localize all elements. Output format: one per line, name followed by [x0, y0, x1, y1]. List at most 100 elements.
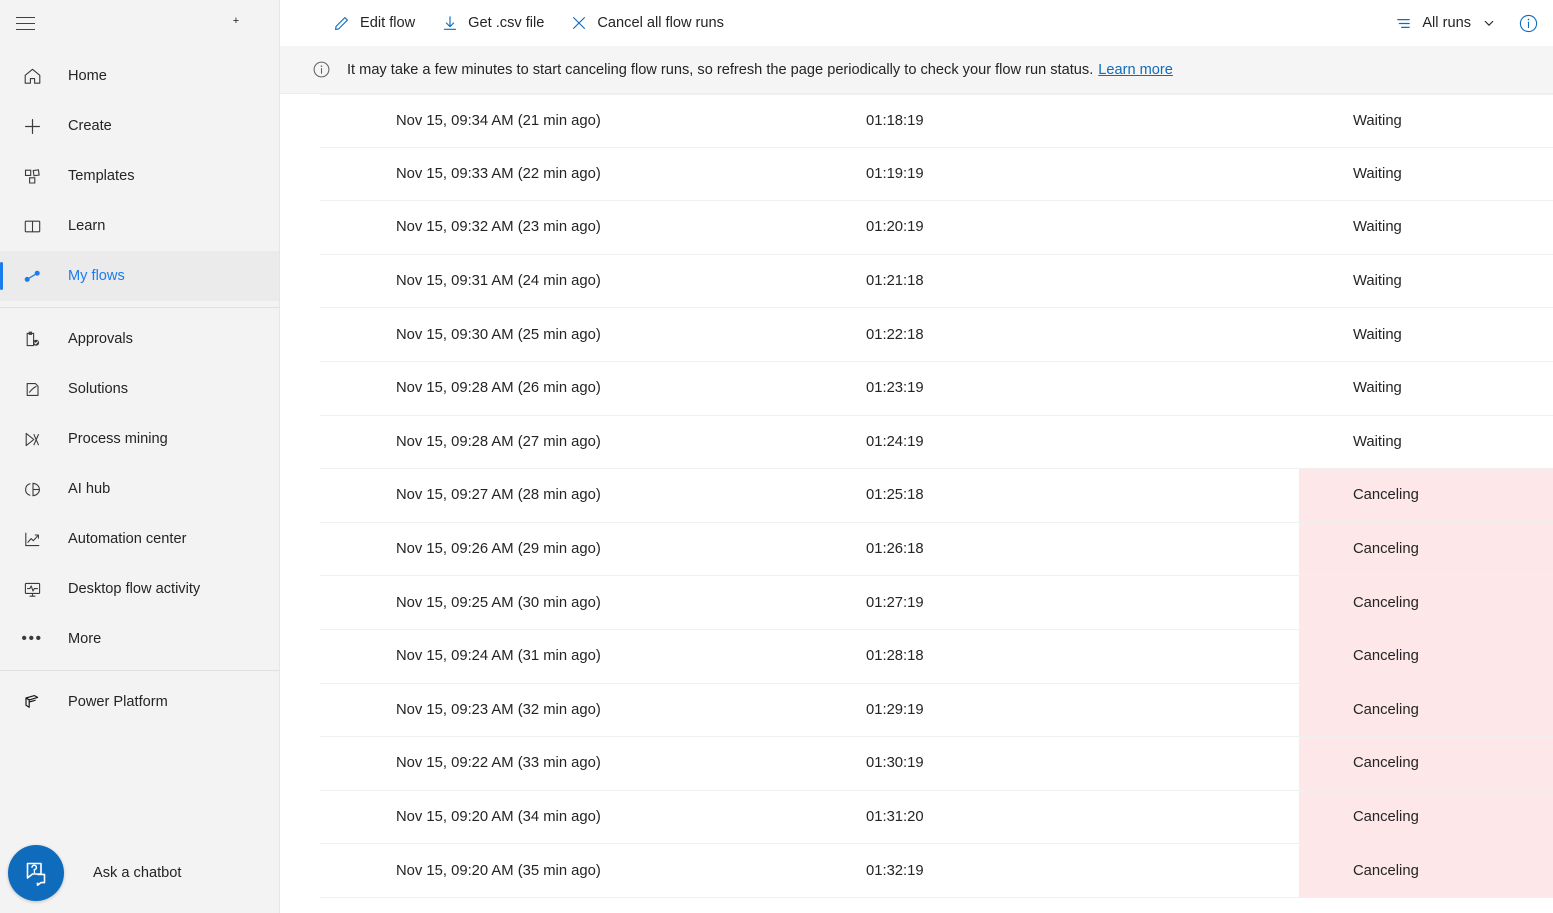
info-circle-icon — [312, 60, 331, 79]
cell-status: Waiting — [1299, 308, 1553, 361]
cell-duration: 01:28:18 — [820, 648, 1260, 664]
sidebar-item-learn[interactable]: Learn — [0, 201, 279, 251]
cell-start-time: Nov 15, 09:20 AM (35 min ago) — [320, 863, 820, 879]
cell-start-time: Nov 15, 09:28 AM (26 min ago) — [320, 380, 820, 396]
sidebar-item-automation-center[interactable]: Automation center — [0, 514, 279, 564]
cell-status: Canceling — [1299, 469, 1553, 522]
hamburger-menu-icon[interactable] — [3, 1, 47, 45]
ask-a-chatbot[interactable]: Ask a chatbot — [8, 845, 181, 901]
table-row[interactable]: Nov 15, 09:31 AM (24 min ago)01:21:18Wai… — [320, 255, 1553, 309]
pencil-icon — [333, 14, 351, 32]
close-x-icon — [570, 14, 588, 32]
all-runs-label: All runs — [1422, 15, 1471, 31]
table-row[interactable]: Nov 15, 09:22 AM (33 min ago)01:30:19Can… — [320, 737, 1553, 791]
cell-duration: 01:24:19 — [820, 434, 1260, 450]
sidebar-item-power-platform[interactable]: Power Platform — [0, 677, 279, 727]
all-runs-filter[interactable]: All runs — [1387, 6, 1504, 40]
sidebar-item-solutions[interactable]: Solutions — [0, 364, 279, 414]
table-row[interactable]: Nov 15, 09:27 AM (28 min ago)01:25:18Can… — [320, 469, 1553, 523]
table-row[interactable]: Nov 15, 09:23 AM (32 min ago)01:29:19Can… — [320, 684, 1553, 738]
chat-question-icon[interactable] — [8, 845, 64, 901]
cell-status: Waiting — [1299, 255, 1553, 308]
sidebar-divider — [0, 307, 279, 308]
cell-duration: 01:19:19 — [820, 166, 1260, 182]
table-row[interactable]: Nov 15, 09:28 AM (27 min ago)01:24:19 Wai… — [320, 416, 1553, 470]
table-row[interactable]: Nov 15, 09:24 AM (31 min ago)01:28:18Can… — [320, 630, 1553, 684]
cell-start-time: Nov 15, 09:28 AM (27 min ago) — [320, 434, 820, 450]
cell-status: Waiting — [1299, 148, 1553, 201]
download-arrow-icon — [441, 14, 459, 32]
sidebar-item-label: Automation center — [68, 531, 186, 547]
get-csv-file-button[interactable]: Get .csv file — [432, 6, 553, 40]
cell-duration: 01:30:19 — [820, 755, 1260, 771]
sidebar-item-ai-hub[interactable]: AI hub — [0, 464, 279, 514]
cell-start-time: Nov 15, 09:33 AM (22 min ago) — [320, 166, 820, 182]
sidebar-item-approvals[interactable]: Approvals — [0, 314, 279, 364]
edit-flow-button[interactable]: Edit flow — [324, 6, 424, 40]
sidebar-item-label: Solutions — [68, 381, 128, 397]
cell-duration: 01:18:19 — [820, 113, 1260, 129]
cell-duration: 01:21:18 — [820, 273, 1260, 289]
process-mining-icon — [10, 419, 54, 459]
sidebar-item-label: Desktop flow activity — [68, 581, 200, 597]
cell-status: Canceling — [1299, 684, 1553, 737]
sidebar-item-home[interactable]: Home — [0, 51, 279, 101]
info-circle-icon[interactable] — [1518, 13, 1539, 34]
cell-start-time: Nov 15, 09:26 AM (29 min ago) — [320, 541, 820, 557]
cell-start-time: Nov 15, 09:24 AM (31 min ago) — [320, 648, 820, 664]
sidebar-item-label: Process mining — [68, 431, 168, 447]
table-row[interactable]: Nov 15, 09:32 AM (23 min ago)01:20:19Wai… — [320, 201, 1553, 255]
table-row[interactable]: Nov 15, 09:34 AM (21 min ago)01:18:19 Wai… — [320, 94, 1553, 148]
table-row[interactable]: Nov 15, 09:33 AM (22 min ago)01:19:19 Wai… — [320, 148, 1553, 202]
table-row[interactable]: Nov 15, 09:25 AM (30 min ago)01:27:19Can… — [320, 576, 1553, 630]
cell-status: Waiting — [1299, 416, 1553, 469]
sidebar-item-label: More — [68, 631, 101, 647]
solutions-icon — [10, 369, 54, 409]
table-row[interactable]: Nov 15, 09:20 AM (34 min ago)01:31:20 Can… — [320, 791, 1553, 845]
cell-status: Canceling — [1299, 576, 1553, 629]
table-row[interactable]: Nov 15, 09:28 AM (26 min ago)01:23:19Wai… — [320, 362, 1553, 416]
sidebar-item-label: My flows — [68, 268, 125, 284]
cell-duration: 01:31:20 — [820, 809, 1260, 825]
sidebar-item-label: Create — [68, 118, 112, 134]
cell-status: Canceling — [1299, 791, 1553, 844]
sidebar-item-templates[interactable]: Templates — [0, 151, 279, 201]
learn-more-link[interactable]: Learn more — [1098, 62, 1173, 78]
sidebar-item-label: Templates — [68, 168, 135, 184]
cell-duration: 01:29:19 — [820, 702, 1260, 718]
pin-plus-icon: + — [232, 17, 240, 25]
table-row[interactable]: Nov 15, 09:20 AM (35 min ago)01:32:19Can… — [320, 844, 1553, 898]
monitor-pulse-icon — [10, 569, 54, 609]
left-sidebar: + Home Create — [0, 0, 280, 913]
table-row[interactable]: Nov 15, 09:30 AM (25 min ago)01:22:18Wai… — [320, 308, 1553, 362]
banner-text: It may take a few minutes to start cance… — [347, 62, 1093, 78]
sidebar-item-label: Learn — [68, 218, 105, 234]
cell-start-time: Nov 15, 09:20 AM (34 min ago) — [320, 809, 820, 825]
home-icon — [10, 56, 54, 96]
cell-start-time: Nov 15, 09:34 AM (21 min ago) — [320, 113, 820, 129]
sidebar-item-process-mining[interactable]: Process mining — [0, 414, 279, 464]
app-root: + Home Create — [0, 0, 1553, 913]
sidebar-header: + — [0, 0, 279, 46]
table-row[interactable]: Nov 15, 09:26 AM (29 min ago)01:26:18Can… — [320, 523, 1553, 577]
cancel-info-banner: It may take a few minutes to start cance… — [280, 46, 1553, 94]
cell-duration: 01:23:19 — [820, 380, 1260, 396]
cell-duration: 01:20:19 — [820, 219, 1260, 235]
cell-start-time: Nov 15, 09:32 AM (23 min ago) — [320, 219, 820, 235]
cell-status: Canceling — [1299, 523, 1553, 576]
sidebar-item-create[interactable]: Create — [0, 101, 279, 151]
command-bar-right: All runs — [1387, 0, 1543, 46]
sidebar-primary-nav: Home Create Templates — [0, 51, 279, 727]
sidebar-item-more[interactable]: ••• More — [0, 614, 279, 664]
command-bar: Edit flow Get .csv file Cancel all — [280, 0, 1553, 46]
flow-runs-table: Nov 15, 09:34 AM (21 min ago)01:18:19 Wai… — [280, 94, 1553, 898]
edit-flow-label: Edit flow — [360, 15, 415, 31]
cell-status: Waiting — [1299, 95, 1553, 147]
cell-start-time: Nov 15, 09:22 AM (33 min ago) — [320, 755, 820, 771]
cell-start-time: Nov 15, 09:27 AM (28 min ago) — [320, 487, 820, 503]
sidebar-item-my-flows[interactable]: My flows — [0, 251, 279, 301]
sidebar-item-desktop-flow-activity[interactable]: Desktop flow activity — [0, 564, 279, 614]
cancel-all-flow-runs-button[interactable]: Cancel all flow runs — [561, 6, 733, 40]
sidebar-item-label: Home — [68, 68, 107, 84]
sidebar-item-label: Approvals — [68, 331, 133, 347]
